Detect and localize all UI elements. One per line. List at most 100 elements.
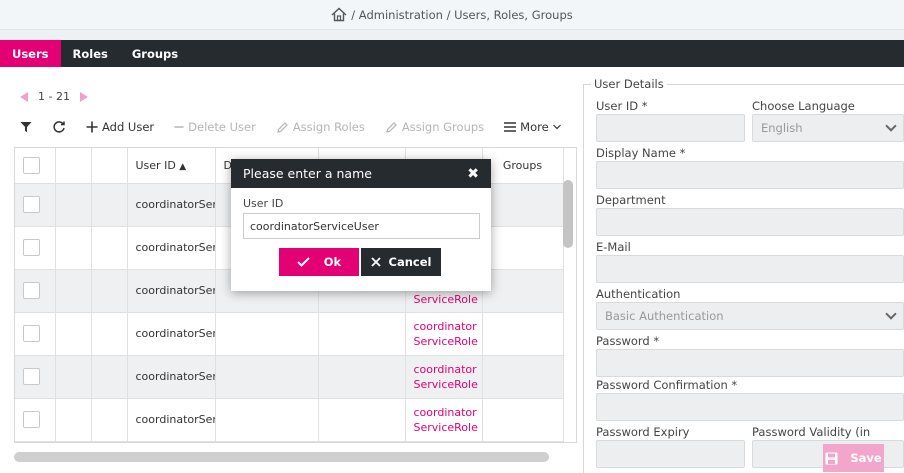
column-header-user-id[interactable]: User ID ▲ <box>127 148 216 184</box>
role-link-line1[interactable]: coordinator <box>414 363 477 376</box>
cancel-button[interactable]: Cancel <box>361 248 441 276</box>
display-name-field[interactable] <box>596 161 904 189</box>
delete-user-button[interactable]: Delete User <box>174 120 256 134</box>
sort-ascending-icon: ▲ <box>179 161 187 172</box>
more-label: More <box>520 120 549 134</box>
main-tabs: Users Roles Groups <box>0 40 904 67</box>
previous-page-icon[interactable] <box>20 91 28 102</box>
language-select[interactable]: English <box>752 114 904 142</box>
tab-roles[interactable]: Roles <box>61 40 120 67</box>
page-range: 1 - 21 <box>38 90 70 103</box>
plus-icon <box>86 121 98 133</box>
dialog-header: Please enter a name ✖ <box>231 159 491 188</box>
row-checkbox[interactable] <box>23 368 40 385</box>
password-field[interactable] <box>596 349 904 377</box>
column-header <box>55 148 92 184</box>
chevron-down-icon <box>885 308 897 320</box>
row-checkbox[interactable] <box>23 196 40 213</box>
password-label: Password * <box>596 334 660 348</box>
language-value: English <box>761 121 803 135</box>
user-id-cell: coordinatorSer <box>127 183 216 227</box>
role-link-line1[interactable]: coordinator <box>414 320 477 333</box>
pencil-icon <box>277 121 288 133</box>
role-link-line2[interactable]: ServiceRole <box>414 421 478 434</box>
column-header-groups[interactable]: Groups <box>482 148 564 184</box>
dialog-title: Please enter a name <box>243 166 372 181</box>
row-checkbox[interactable] <box>23 282 40 299</box>
display-name-label: Display Name * <box>596 146 686 160</box>
home-icon[interactable] <box>331 7 347 22</box>
row-checkbox[interactable] <box>23 325 40 342</box>
save-label: Save <box>850 451 882 465</box>
assign-groups-button[interactable]: Assign Groups <box>385 120 484 134</box>
column-header <box>91 148 128 184</box>
password-expiry-label: Password Expiry <box>596 425 690 439</box>
cancel-label: Cancel <box>388 255 432 269</box>
close-icon <box>370 257 381 267</box>
more-menu-button[interactable]: More <box>504 120 561 134</box>
user-id-cell: coordinatorSer <box>127 355 216 399</box>
tab-users[interactable]: Users <box>0 40 61 67</box>
ok-label: Ok <box>323 255 342 269</box>
email-label: E-Mail <box>596 240 631 254</box>
table-horizontal-scrollbar[interactable] <box>14 452 549 462</box>
minus-icon <box>174 126 184 128</box>
save-button[interactable]: Save <box>823 444 884 472</box>
user-id-cell: coordinatorSer <box>127 269 216 313</box>
user-id-cell: coordinatorSer <box>127 312 216 356</box>
email-field[interactable] <box>596 255 904 283</box>
chevron-down-icon <box>885 120 897 132</box>
user-id-cell: coordinatorSer <box>127 398 216 442</box>
row-checkbox[interactable] <box>23 239 40 256</box>
user-id-cell: coordinatorSer <box>127 226 216 270</box>
language-label: Choose Language <box>752 99 855 113</box>
user-details-legend: User Details <box>591 77 667 91</box>
breadcrumb-path[interactable]: / Administration / Users, Roles, Groups <box>351 8 572 22</box>
table-vertical-scrollbar[interactable] <box>563 180 573 248</box>
chevron-down-icon <box>552 124 561 130</box>
department-label: Department <box>596 193 666 207</box>
authentication-select[interactable]: Basic Authentication <box>596 302 904 330</box>
enter-name-dialog: Please enter a name ✖ User ID Ok Cancel <box>231 159 491 291</box>
menu-icon <box>504 122 517 132</box>
user-id-header-label: User ID <box>135 158 176 172</box>
refresh-icon <box>53 121 65 133</box>
table-row[interactable]: coordinatorSer coordinator ServiceRole <box>15 312 564 356</box>
delete-user-label: Delete User <box>188 120 256 134</box>
user-id-label: User ID * <box>596 99 648 113</box>
ok-button[interactable]: Ok <box>279 248 359 276</box>
table-row[interactable]: coordinatorSer coordinator ServiceRole <box>15 355 564 399</box>
select-all-checkbox[interactable] <box>23 156 40 174</box>
refresh-button[interactable] <box>52 120 66 134</box>
department-field[interactable] <box>596 208 904 236</box>
header-spacer <box>0 30 904 40</box>
add-user-button[interactable]: Add User <box>86 120 154 134</box>
floppy-disk-icon <box>825 452 838 464</box>
role-link-line1[interactable]: coordinator <box>414 406 477 419</box>
toolbar: Add User Delete User Assign Roles Assign… <box>20 117 581 137</box>
user-id-field[interactable] <box>596 114 745 142</box>
select-all-cell <box>15 148 56 184</box>
close-icon[interactable]: ✖ <box>467 166 479 182</box>
filter-button[interactable] <box>20 121 32 133</box>
authentication-label: Authentication <box>596 287 681 301</box>
row-checkbox[interactable] <box>23 411 40 428</box>
assign-groups-label: Assign Groups <box>401 120 485 134</box>
password-expiry-field[interactable] <box>596 440 745 468</box>
filter-icon <box>20 122 32 132</box>
next-page-icon[interactable] <box>79 91 88 102</box>
checkmark-icon <box>297 257 310 267</box>
assign-roles-button[interactable]: Assign Roles <box>276 120 365 134</box>
role-link-line2[interactable]: ServiceRole <box>414 378 478 391</box>
role-link-line2[interactable]: ServiceRole <box>414 335 478 348</box>
breadcrumb: / Administration / Users, Roles, Groups <box>0 0 904 30</box>
dialog-field-label: User ID <box>243 197 284 210</box>
user-id-input[interactable] <box>243 213 480 239</box>
role-link-line2[interactable]: ServiceRole <box>414 293 478 306</box>
password-confirmation-label: Password Confirmation * <box>596 378 738 392</box>
assign-roles-label: Assign Roles <box>292 120 365 134</box>
tab-groups[interactable]: Groups <box>120 40 190 67</box>
table-row[interactable]: coordinatorSer coordinator ServiceRole <box>15 398 564 442</box>
pager: 1 - 21 <box>20 90 88 103</box>
password-confirmation-field[interactable] <box>596 393 904 421</box>
